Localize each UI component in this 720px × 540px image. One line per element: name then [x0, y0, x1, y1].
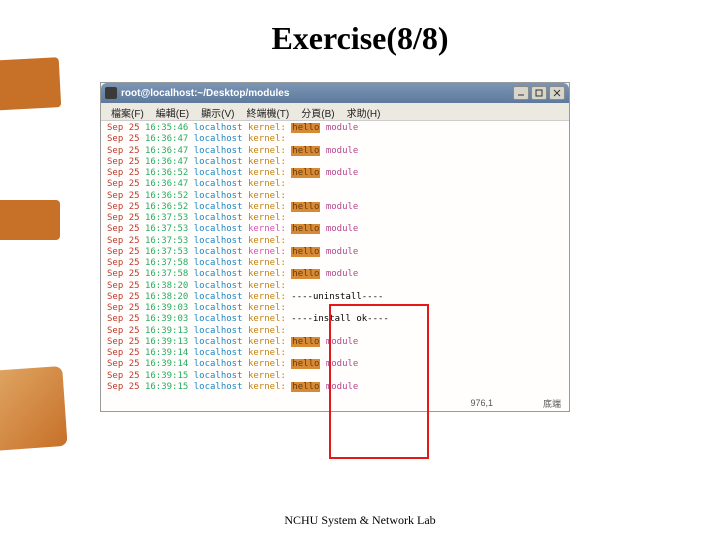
- log-line: Sep 25 16:36:52 localhost kernel: hello …: [107, 202, 565, 213]
- terminal-icon: [105, 87, 117, 99]
- log-line: Sep 25 16:39:15 localhost kernel: hello …: [107, 382, 565, 393]
- log-line: Sep 25 16:35:46 localhost kernel: hello …: [107, 123, 565, 134]
- log-line: Sep 25 16:39:03 localhost kernel: ----in…: [107, 314, 565, 325]
- window-titlebar[interactable]: root@localhost:~/Desktop/modules: [101, 83, 569, 103]
- menu-help[interactable]: 求助(H): [341, 103, 387, 120]
- slide-footer: NCHU System & Network Lab: [0, 513, 720, 528]
- log-line: Sep 25 16:39:03 localhost kernel:: [107, 303, 565, 314]
- log-line: Sep 25 16:39:13 localhost kernel: hello …: [107, 337, 565, 348]
- log-line: Sep 25 16:37:58 localhost kernel: hello …: [107, 269, 565, 280]
- menu-file[interactable]: 檔案(F): [105, 103, 150, 120]
- log-line: Sep 25 16:36:47 localhost kernel:: [107, 134, 565, 145]
- log-line: Sep 25 16:39:14 localhost kernel: hello …: [107, 359, 565, 370]
- log-line: Sep 25 16:36:52 localhost kernel: hello …: [107, 168, 565, 179]
- cursor-position: 976,1: [470, 398, 493, 408]
- log-line: Sep 25 16:37:53 localhost kernel: hello …: [107, 224, 565, 235]
- log-line: Sep 25 16:37:58 localhost kernel:: [107, 258, 565, 269]
- log-line: Sep 25 16:37:53 localhost kernel:: [107, 236, 565, 247]
- menu-tabs[interactable]: 分頁(B): [295, 103, 340, 120]
- menu-edit[interactable]: 編輯(E): [150, 103, 195, 120]
- terminal-content[interactable]: Sep 25 16:35:46 localhost kernel: hello …: [101, 121, 569, 395]
- menubar: 檔案(F) 編輯(E) 顯示(V) 終端機(T) 分頁(B) 求助(H): [101, 103, 569, 121]
- log-line: Sep 25 16:38:20 localhost kernel:: [107, 281, 565, 292]
- log-line: Sep 25 16:39:15 localhost kernel:: [107, 371, 565, 382]
- maximize-button[interactable]: [531, 86, 547, 100]
- minimize-button[interactable]: [513, 86, 529, 100]
- slide-decoration: [0, 0, 90, 540]
- menu-view[interactable]: 顯示(V): [195, 103, 240, 120]
- menu-terminal[interactable]: 終端機(T): [240, 103, 295, 120]
- slide-title: Exercise(8/8): [0, 0, 720, 57]
- log-line: Sep 25 16:37:53 localhost kernel:: [107, 213, 565, 224]
- log-line: Sep 25 16:36:52 localhost kernel:: [107, 191, 565, 202]
- log-line: Sep 25 16:36:47 localhost kernel: hello …: [107, 146, 565, 157]
- statusbar: 976,1 底端: [101, 395, 569, 411]
- log-line: Sep 25 16:36:47 localhost kernel:: [107, 179, 565, 190]
- log-line: Sep 25 16:39:13 localhost kernel:: [107, 326, 565, 337]
- close-button[interactable]: [549, 86, 565, 100]
- log-line: Sep 25 16:37:53 localhost kernel: hello …: [107, 247, 565, 258]
- terminal-window: root@localhost:~/Desktop/modules 檔案(F) 編…: [100, 82, 570, 412]
- log-line: Sep 25 16:38:20 localhost kernel: ----un…: [107, 292, 565, 303]
- window-title: root@localhost:~/Desktop/modules: [121, 88, 289, 99]
- scroll-mode: 底端: [543, 397, 561, 410]
- log-line: Sep 25 16:39:14 localhost kernel:: [107, 348, 565, 359]
- log-line: Sep 25 16:36:47 localhost kernel:: [107, 157, 565, 168]
